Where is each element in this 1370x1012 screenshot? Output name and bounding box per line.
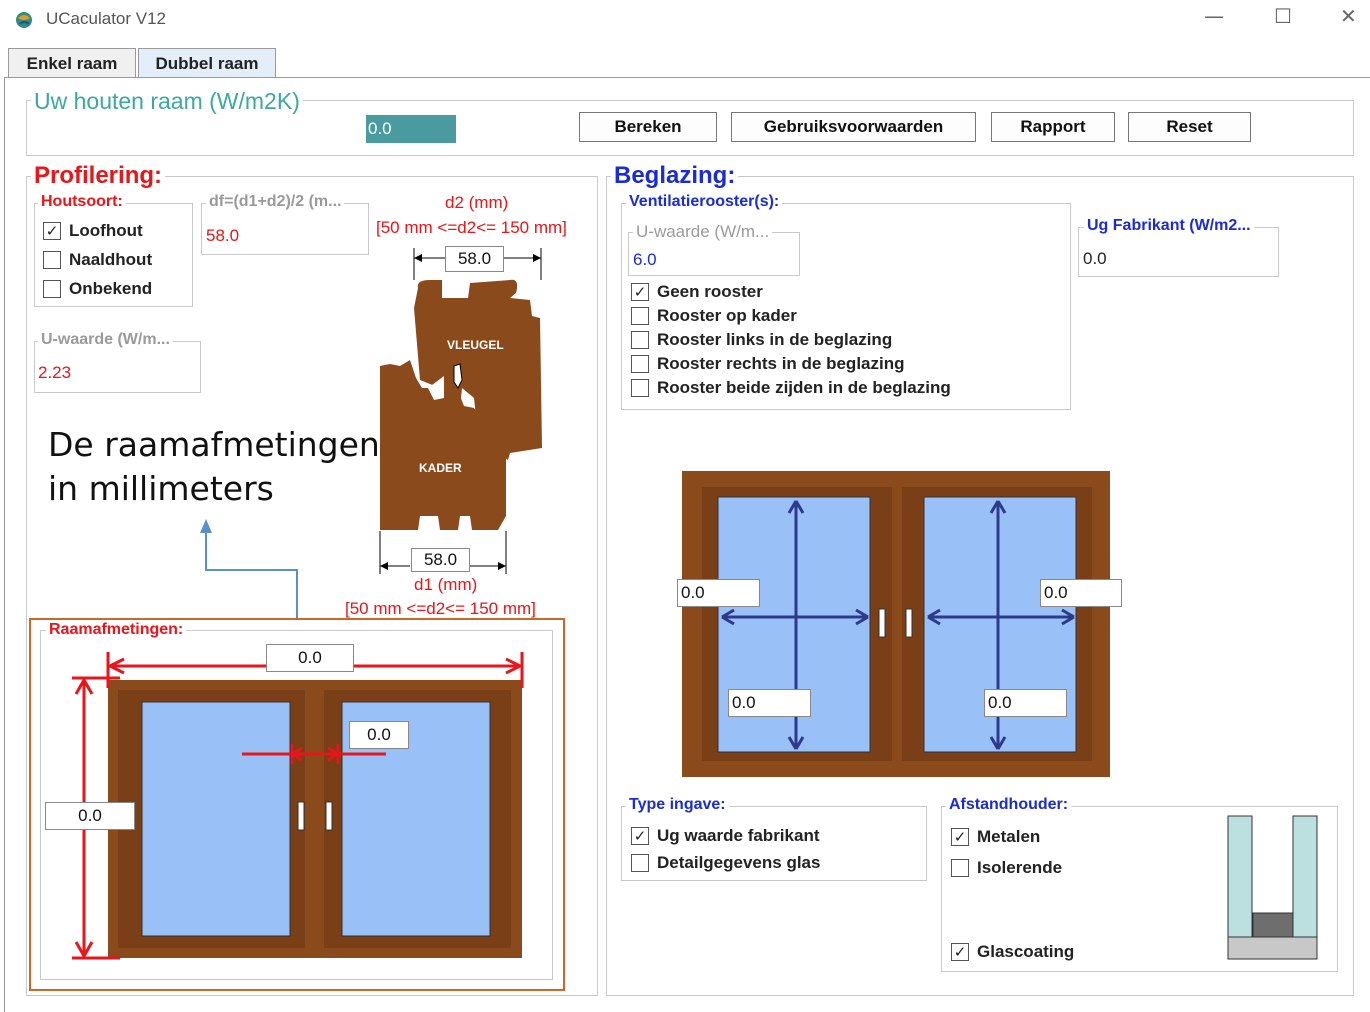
right-width-input[interactable]: 0.0	[1040, 579, 1122, 607]
checkbox-glascoating[interactable]: ✓ Glascoating	[951, 942, 1074, 962]
ug-label: Ug Fabrikant (W/m2...	[1084, 217, 1254, 235]
window-title: UCaculator V12	[46, 9, 167, 28]
tab-dubbel-raam[interactable]: Dubbel raam	[138, 48, 276, 78]
d1-input[interactable]: 58.0	[411, 548, 470, 572]
profiling-title: Profilering:	[31, 162, 166, 190]
checkbox-rooster-links[interactable]: Rooster links in de beglazing	[631, 330, 892, 350]
terms-button[interactable]: Gebruiksvoorwaarden	[731, 112, 976, 142]
wood-type-title: Houtsoort:	[38, 193, 126, 211]
height-input[interactable]: 0.0	[45, 802, 135, 830]
check-icon: ✓	[631, 283, 649, 301]
check-icon: ✓	[951, 828, 969, 846]
glazing-window-diagram	[682, 471, 1110, 777]
check-icon: ✓	[951, 943, 969, 961]
calculate-button[interactable]: Bereken	[579, 112, 717, 142]
close-icon[interactable]: ✕	[1340, 4, 1357, 28]
vent-u-value: 6.0	[633, 250, 657, 269]
width-input[interactable]: 0.0	[266, 644, 354, 672]
checkbox-rooster-kader[interactable]: Rooster op kader	[631, 306, 797, 326]
d1-label: d1 (mm)	[414, 575, 478, 594]
d2-label: d2 (mm)	[445, 193, 509, 212]
vent-u-label: U-waarde (W/m...	[633, 222, 773, 242]
d2-input[interactable]: 58.0	[445, 246, 504, 272]
u-value-label: U-waarde (W/m...	[38, 331, 173, 349]
result-value: 0.0	[366, 115, 456, 143]
dimensions-title: Raamafmetingen:	[46, 621, 187, 639]
maximize-icon[interactable]: ☐	[1274, 4, 1292, 28]
checkbox-naaldhout[interactable]: Naaldhout	[43, 250, 152, 270]
spacer-title: Afstandhouder:	[946, 796, 1072, 814]
checkbox-metalen[interactable]: ✓ Metalen	[951, 827, 1040, 847]
annotation-text: De raamafmetingen in millimeters	[48, 425, 380, 508]
left-height-input[interactable]: 0.0	[728, 689, 811, 717]
checkbox-detailgegevens[interactable]: Detailgegevens glas	[631, 853, 820, 873]
checkbox-onbekend[interactable]: Onbekend	[43, 279, 152, 299]
checkbox-rooster-rechts[interactable]: Rooster rechts in de beglazing	[631, 354, 905, 374]
checkbox-loofhout[interactable]: ✓ Loofhout	[43, 221, 143, 241]
glazing-title: Beglazing:	[611, 162, 739, 190]
left-width-input[interactable]: 0.0	[677, 579, 760, 607]
profile-label-frame: KADER	[419, 461, 462, 475]
df-label: df=(d1+d2)/2 (m...	[206, 193, 345, 211]
spacer-diagram	[1227, 815, 1318, 960]
checkbox-rooster-beide[interactable]: Rooster beide zijden in de beglazing	[631, 378, 951, 398]
u-value-value: 2.23	[38, 363, 72, 382]
report-button[interactable]: Rapport	[991, 112, 1115, 142]
d1-range: [50 mm <=d2<= 150 mm]	[345, 599, 536, 618]
right-height-input[interactable]: 0.0	[984, 689, 1067, 717]
vent-title: Ventilatierooster(s):	[626, 193, 783, 211]
check-icon: ✓	[631, 827, 649, 845]
profile-label-sash: VLEUGEL	[447, 338, 504, 352]
check-icon: ✓	[43, 222, 61, 240]
tab-enkel-raam[interactable]: Enkel raam	[8, 48, 136, 78]
checkbox-isolerende[interactable]: Isolerende	[951, 858, 1062, 878]
input-type-title: Type ingave:	[626, 796, 729, 814]
reset-button[interactable]: Reset	[1128, 112, 1251, 142]
app-icon	[14, 10, 34, 30]
d2-range: [50 mm <=d2<= 150 mm]	[376, 218, 567, 237]
minimize-icon[interactable]: —	[1204, 4, 1224, 28]
annotation-arrow	[200, 519, 298, 619]
df-value: 58.0	[206, 226, 240, 245]
profile-diagram	[379, 248, 542, 574]
middle-input[interactable]: 0.0	[349, 721, 409, 749]
result-title: Uw houten raam (W/m2K)	[31, 88, 303, 115]
ug-value: 0.0	[1083, 249, 1107, 268]
checkbox-ug-fabrikant[interactable]: ✓ Ug waarde fabrikant	[631, 826, 820, 846]
checkbox-geen-rooster[interactable]: ✓ Geen rooster	[631, 282, 763, 302]
